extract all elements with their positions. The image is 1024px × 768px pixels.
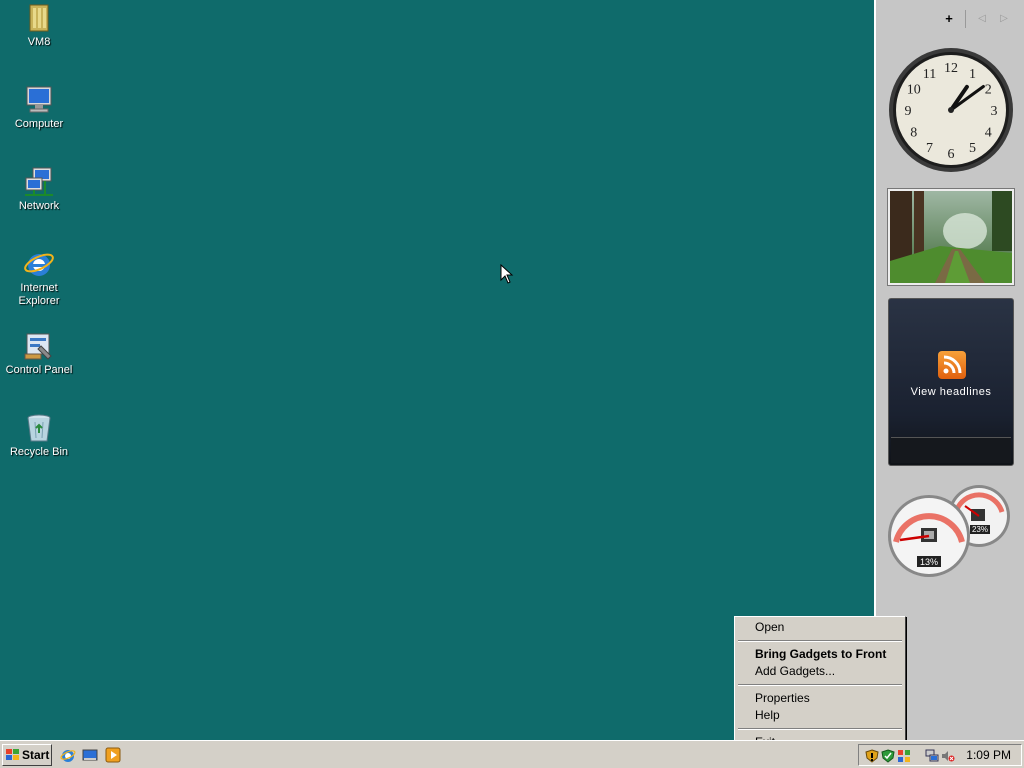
view-headlines-label[interactable]: View headlines xyxy=(889,386,1013,398)
desktop-icon-internet-explorer[interactable]: Internet Explorer xyxy=(0,248,78,308)
clock-numeral: 10 xyxy=(907,83,921,98)
desktop-icon-computer[interactable]: Computer xyxy=(0,84,78,131)
clock-numeral: 11 xyxy=(923,67,936,82)
windows-flag-icon xyxy=(6,749,20,761)
start-button[interactable]: Start xyxy=(2,744,52,766)
feed-footer xyxy=(891,437,1011,463)
slideshow-gadget[interactable] xyxy=(887,188,1015,286)
clock-gadget[interactable]: 12 1 2 3 4 5 6 7 8 9 10 11 xyxy=(888,46,1014,174)
forest-photo xyxy=(890,191,1012,283)
previous-page-button[interactable]: ◁ xyxy=(976,12,988,26)
desktop-icon-label: Control Panel xyxy=(5,364,73,376)
memory-usage-readout: 23% xyxy=(972,525,988,534)
internet-explorer-icon xyxy=(23,248,55,280)
menu-item-open[interactable]: Open xyxy=(737,619,903,636)
desktop-icon-label: Internet Explorer xyxy=(18,282,60,307)
taskbar-clock[interactable]: 1:09 PM xyxy=(966,748,1011,762)
clock-numeral: 8 xyxy=(910,126,917,141)
sidebar-controls: + ◁ ▷ xyxy=(943,10,1010,28)
network-status-icon[interactable] xyxy=(925,749,939,763)
menu-separator xyxy=(738,640,902,642)
windows-update-icon[interactable] xyxy=(897,749,911,763)
menu-item-help[interactable]: Help xyxy=(737,707,903,724)
system-tray: 1:09 PM xyxy=(858,744,1022,766)
menu-item-add-gadgets[interactable]: Add Gadgets... xyxy=(737,663,903,680)
internet-explorer-icon[interactable] xyxy=(60,747,76,763)
clock-numeral: 5 xyxy=(969,141,976,156)
desktop-icon-control-panel[interactable]: Control Panel xyxy=(0,330,78,377)
clock-numeral: 2 xyxy=(985,83,992,98)
security-warning-icon[interactable] xyxy=(865,749,879,763)
start-label: Start xyxy=(22,748,50,762)
desktop-icon-label: VM8 xyxy=(27,36,51,48)
computer-icon xyxy=(23,84,55,116)
menu-item-properties[interactable]: Properties xyxy=(737,690,903,707)
control-panel-icon xyxy=(23,330,55,362)
volume-muted-icon[interactable] xyxy=(941,749,955,763)
taskbar[interactable]: Start 1:09 PM xyxy=(0,740,1024,768)
rss-icon xyxy=(938,351,966,379)
desktop-icon-network[interactable]: Network xyxy=(0,166,78,213)
desktop-icon-label: Network xyxy=(18,200,60,212)
clock-numeral: 12 xyxy=(944,61,958,76)
add-gadget-button[interactable]: + xyxy=(943,12,955,26)
clock-numeral: 1 xyxy=(969,67,976,82)
next-page-button[interactable]: ▷ xyxy=(998,12,1010,26)
desktop-icon-vm8[interactable]: VM8 xyxy=(0,2,78,49)
clock-numeral: 7 xyxy=(926,141,933,156)
clock-numeral: 3 xyxy=(991,104,998,119)
menu-separator xyxy=(738,684,902,686)
feed-headlines-gadget[interactable]: View headlines xyxy=(888,298,1014,466)
menu-item-bring-gadgets-to-front[interactable]: Bring Gadgets to Front xyxy=(737,646,903,663)
cpu-usage-readout: 13% xyxy=(920,557,938,567)
desktop-icon-label: Recycle Bin xyxy=(9,446,69,458)
cpu-meter-gadget[interactable]: 23% 13% xyxy=(886,482,1016,580)
security-shield-icon[interactable] xyxy=(881,749,895,763)
folder-icon xyxy=(23,2,55,34)
mouse-pointer-icon xyxy=(500,263,514,284)
show-desktop-icon[interactable] xyxy=(82,747,98,763)
clock-numeral: 4 xyxy=(985,126,992,141)
desktop-icon-recycle-bin[interactable]: Recycle Bin xyxy=(0,412,78,459)
divider xyxy=(965,10,966,28)
clock-numeral: 6 xyxy=(948,147,955,162)
network-icon xyxy=(23,166,55,198)
clock-numeral: 9 xyxy=(905,104,912,119)
desktop-icon-label: Computer xyxy=(14,118,64,130)
menu-separator xyxy=(738,728,902,730)
recycle-bin-icon xyxy=(23,412,55,444)
media-player-icon[interactable] xyxy=(105,747,121,763)
sidebar-context-menu[interactable]: Open Bring Gadgets to Front Add Gadgets.… xyxy=(734,616,906,751)
